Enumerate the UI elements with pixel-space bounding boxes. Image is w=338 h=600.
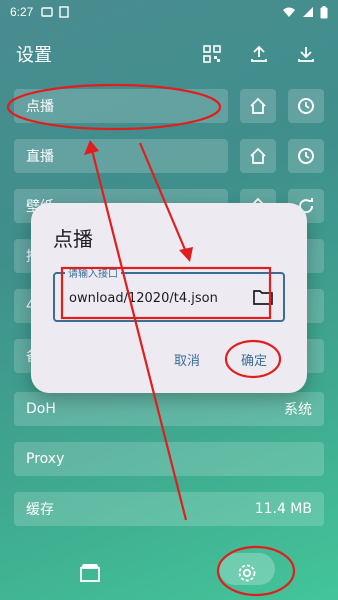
settings-header: 设置 bbox=[0, 34, 338, 74]
row-label: 缓存 bbox=[26, 502, 54, 518]
tab-settings[interactable] bbox=[233, 559, 261, 587]
history-button-live[interactable] bbox=[288, 139, 324, 173]
upload-icon[interactable] bbox=[249, 44, 269, 64]
row-label: DoH bbox=[26, 401, 56, 417]
notification-icon bbox=[41, 7, 54, 17]
row-doh[interactable]: DoH 系统 bbox=[14, 392, 324, 426]
home-icon bbox=[250, 97, 266, 114]
row-label: 直播 bbox=[26, 149, 54, 165]
qr-code-icon[interactable] bbox=[202, 44, 222, 64]
home-button-live[interactable] bbox=[240, 139, 276, 173]
status-bar: 6:27 bbox=[0, 0, 338, 24]
url-field[interactable]: 请输入接口 bbox=[53, 265, 285, 322]
row-proxy[interactable]: Proxy bbox=[14, 442, 324, 476]
page-title: 设置 bbox=[16, 45, 52, 66]
folder-icon[interactable] bbox=[253, 289, 273, 305]
doc-icon bbox=[59, 6, 70, 18]
row-value: 系统 bbox=[284, 402, 312, 418]
url-input-dialog: 点播 请输入接口 取消 确定 bbox=[31, 203, 307, 393]
wifi-icon bbox=[283, 7, 295, 17]
battery-icon bbox=[320, 5, 328, 18]
confirm-button[interactable]: 确定 bbox=[241, 350, 267, 369]
status-left-icons bbox=[41, 6, 70, 18]
row-live[interactable]: 直播 bbox=[14, 139, 228, 173]
home-button-vod[interactable] bbox=[240, 89, 276, 123]
url-field-label: 请输入接口 bbox=[65, 265, 121, 280]
signal-icon bbox=[303, 7, 313, 17]
movie-icon bbox=[80, 564, 100, 582]
history-icon bbox=[298, 148, 314, 164]
status-right-icons bbox=[282, 5, 328, 19]
dialog-title: 点播 bbox=[53, 227, 93, 251]
row-label: 点播 bbox=[26, 99, 54, 115]
settings-gear-icon bbox=[238, 564, 256, 582]
tab-vod[interactable] bbox=[76, 559, 104, 587]
status-time: 6:27 bbox=[10, 5, 34, 19]
cancel-button[interactable]: 取消 bbox=[174, 350, 200, 369]
bottom-navigation bbox=[0, 545, 338, 600]
history-button-vod[interactable] bbox=[288, 89, 324, 123]
home-icon bbox=[250, 147, 266, 164]
row-label: Proxy bbox=[26, 451, 65, 467]
download-icon[interactable] bbox=[296, 44, 316, 64]
row-cache[interactable]: 缓存 11.4 MB bbox=[14, 492, 324, 526]
row-value: 11.4 MB bbox=[254, 501, 312, 517]
url-input[interactable] bbox=[69, 286, 239, 310]
history-icon bbox=[298, 98, 314, 114]
row-vod[interactable]: 点播 bbox=[14, 89, 228, 123]
